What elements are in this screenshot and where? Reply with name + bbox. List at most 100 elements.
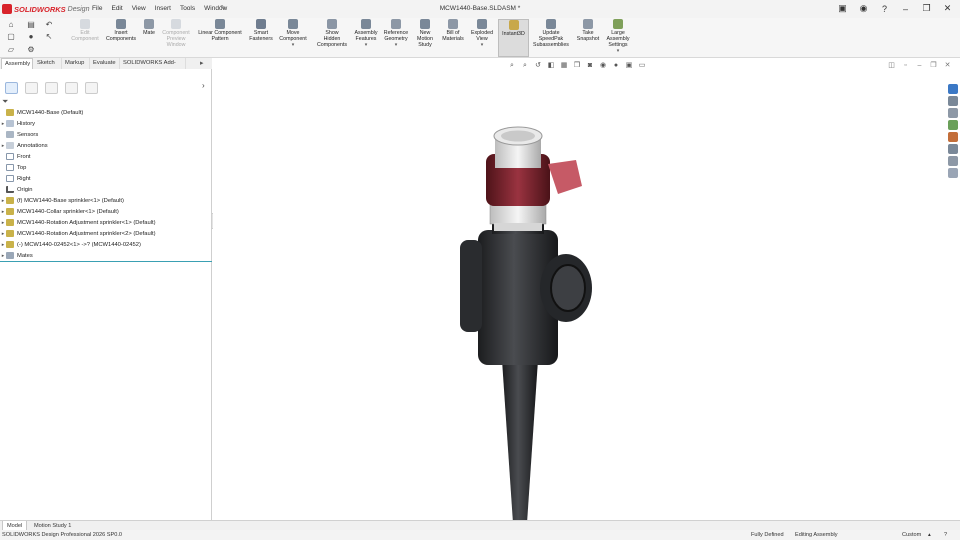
menu-view[interactable]: View [132, 5, 146, 12]
tab-assembly[interactable]: Assembly [1, 58, 33, 69]
display-style-icon[interactable]: ◙ [585, 61, 595, 70]
dynamic-annotation-icon[interactable]: ▦ [559, 61, 569, 70]
view-palette-icon[interactable] [948, 120, 958, 130]
tree-item-sensors[interactable]: Sensors [0, 129, 212, 140]
tree-item-right-plane[interactable]: Right [0, 173, 212, 184]
tab-markup[interactable]: Markup [62, 58, 90, 69]
close-icon[interactable]: ✕ [941, 2, 954, 15]
recent-icon[interactable] [948, 168, 958, 178]
component-preview-window-button[interactable]: Component Preview Window [160, 19, 192, 48]
sprinkler-model[interactable] [456, 90, 616, 540]
previous-view-icon[interactable]: ↺ [533, 61, 543, 70]
configuration-manager-tab-icon[interactable] [45, 82, 58, 94]
feature-manager-tab-icon[interactable] [5, 82, 18, 94]
tree-item-annotations[interactable]: ▸ Annotations [0, 140, 212, 151]
tree-item-component[interactable]: ▸ (-) MCW1440-02452<1> ->? (MCW1440-0245… [0, 239, 212, 250]
tree-item-component[interactable]: ▸ MCW1440-Rotation Adjustment sprinkler<… [0, 217, 212, 228]
tree-item-mates[interactable]: ▸ Mates [0, 250, 212, 261]
viewport-split-icon[interactable]: ◫ [887, 61, 896, 70]
menu-edit[interactable]: Edit [111, 5, 122, 12]
mate-button[interactable]: Mate [140, 19, 158, 36]
mouse-icon[interactable]: ● [26, 32, 36, 42]
save-icon[interactable]: ▤ [26, 20, 36, 30]
viewport-tile-icon[interactable]: ▫ [901, 61, 910, 70]
linear-component-pattern-button[interactable]: Linear Component Pattern [194, 19, 246, 42]
units-selector[interactable]: Custom [902, 530, 921, 540]
dimxpert-manager-tab-icon[interactable] [65, 82, 78, 94]
section-view-icon[interactable]: ◧ [546, 61, 556, 70]
forum-icon[interactable] [948, 156, 958, 166]
reference-geometry-caret-icon[interactable]: ▾ [381, 42, 411, 48]
smart-fasteners-button[interactable]: Smart Fasteners [246, 19, 276, 42]
apply-scene-icon[interactable]: ▣ [624, 61, 634, 70]
tree-item-component[interactable]: ▸ (f) MCW1440-Base sprinkler<1> (Default… [0, 195, 212, 206]
status-help-icon[interactable]: ? [944, 530, 947, 540]
new-document-icon[interactable]: ▢ [6, 32, 16, 42]
filter-icon[interactable]: ⏷ [2, 97, 8, 106]
view-orientation-icon[interactable]: ❒ [572, 61, 582, 70]
command-search-icon[interactable]: ▣ [836, 2, 849, 15]
hose-thread[interactable] [460, 240, 482, 332]
large-assembly-caret-icon[interactable]: ▾ [603, 48, 633, 54]
assembly-features-button[interactable]: Assembly Features ▾ [352, 19, 380, 48]
options-gear-icon[interactable]: ⚙ [26, 45, 36, 55]
display-manager-tab-icon[interactable] [85, 82, 98, 94]
minimize-icon[interactable]: – [899, 2, 912, 15]
viewport-restore-icon[interactable]: ❐ [929, 61, 938, 70]
move-component-button[interactable]: Move Component ▾ [276, 19, 310, 48]
units-dropdown-icon[interactable]: ▴ [928, 530, 931, 540]
instant3d-button[interactable]: Instant3D [498, 19, 529, 57]
tree-root[interactable]: MCW1440-Base (Default) [0, 107, 212, 118]
solidworks-resources-icon[interactable] [948, 84, 958, 94]
tree-item-history[interactable]: ▸ History [0, 118, 212, 129]
home-icon[interactable]: ⌂ [6, 20, 16, 30]
collar-handle[interactable] [548, 160, 582, 194]
rollback-bar[interactable] [0, 261, 212, 262]
menu-insert[interactable]: Insert [155, 5, 171, 12]
hide-show-items-icon[interactable]: ◉ [598, 61, 608, 70]
take-snapshot-button[interactable]: Take Snapshot [574, 19, 602, 42]
nut[interactable] [489, 203, 547, 225]
bill-of-materials-button[interactable]: Bill of Materials [439, 19, 467, 42]
pin-menu-icon[interactable]: ✎ [220, 4, 226, 12]
update-speedpak-button[interactable]: Update SpeedPak Subassemblies [530, 19, 572, 48]
menu-file[interactable]: File [92, 5, 102, 12]
help-icon[interactable]: ? [878, 2, 891, 15]
restore-icon[interactable]: ❐ [920, 2, 933, 15]
show-hidden-components-button[interactable]: Show Hidden Components [314, 19, 350, 48]
custom-properties-icon[interactable] [948, 144, 958, 154]
tree-item-component[interactable]: ▸ MCW1440-Collar sprinkler<1> (Default) [0, 206, 212, 217]
reference-geometry-button[interactable]: Reference Geometry ▾ [381, 19, 411, 48]
large-assembly-settings-button[interactable]: Large Assembly Settings ▾ [603, 19, 633, 54]
assembly-features-caret-icon[interactable]: ▾ [352, 42, 380, 48]
exploded-view-button[interactable]: Exploded View ▾ [468, 19, 496, 48]
tree-item-component[interactable]: ▸ MCW1440-Rotation Adjustment sprinkler<… [0, 228, 212, 239]
tab-solidworks-addins[interactable]: SOLIDWORKS Add-Ins [120, 58, 186, 77]
tab-evaluate[interactable]: Evaluate [90, 58, 120, 69]
app-logo[interactable]: SOLIDWORKS Design [2, 3, 89, 15]
menu-tools[interactable]: Tools [180, 5, 195, 12]
select-icon[interactable]: ↖ [44, 32, 54, 42]
insert-components-button[interactable]: Insert Components [104, 19, 138, 42]
viewport-minimize-icon[interactable]: – [915, 61, 924, 70]
panel-expand-arrow-icon[interactable]: › [202, 81, 205, 90]
zoom-to-area-icon[interactable]: ⌕ [520, 61, 530, 70]
move-component-caret-icon[interactable]: ▾ [276, 42, 310, 48]
edit-component-button[interactable]: Edit Component [68, 19, 102, 42]
edit-appearance-icon[interactable]: ● [611, 61, 621, 70]
view-settings-icon[interactable]: ▭ [637, 61, 647, 70]
open-folder-icon[interactable]: ▱ [6, 45, 16, 55]
tree-item-origin[interactable]: Origin [0, 184, 212, 195]
property-manager-tab-icon[interactable] [25, 82, 38, 94]
new-motion-study-button[interactable]: New Motion Study [413, 19, 437, 48]
exploded-view-caret-icon[interactable]: ▾ [468, 42, 496, 48]
tree-item-front-plane[interactable]: Front [0, 151, 212, 162]
design-library-icon[interactable] [948, 96, 958, 106]
tree-filter[interactable]: ⏷ [2, 97, 210, 107]
tree-item-top-plane[interactable]: Top [0, 162, 212, 173]
appearances-icon[interactable] [948, 132, 958, 142]
spike[interactable] [502, 360, 538, 540]
file-explorer-icon[interactable] [948, 108, 958, 118]
zoom-to-fit-icon[interactable]: ⌕ [507, 61, 517, 70]
tab-scroll-icon[interactable]: ▸ [200, 59, 204, 67]
